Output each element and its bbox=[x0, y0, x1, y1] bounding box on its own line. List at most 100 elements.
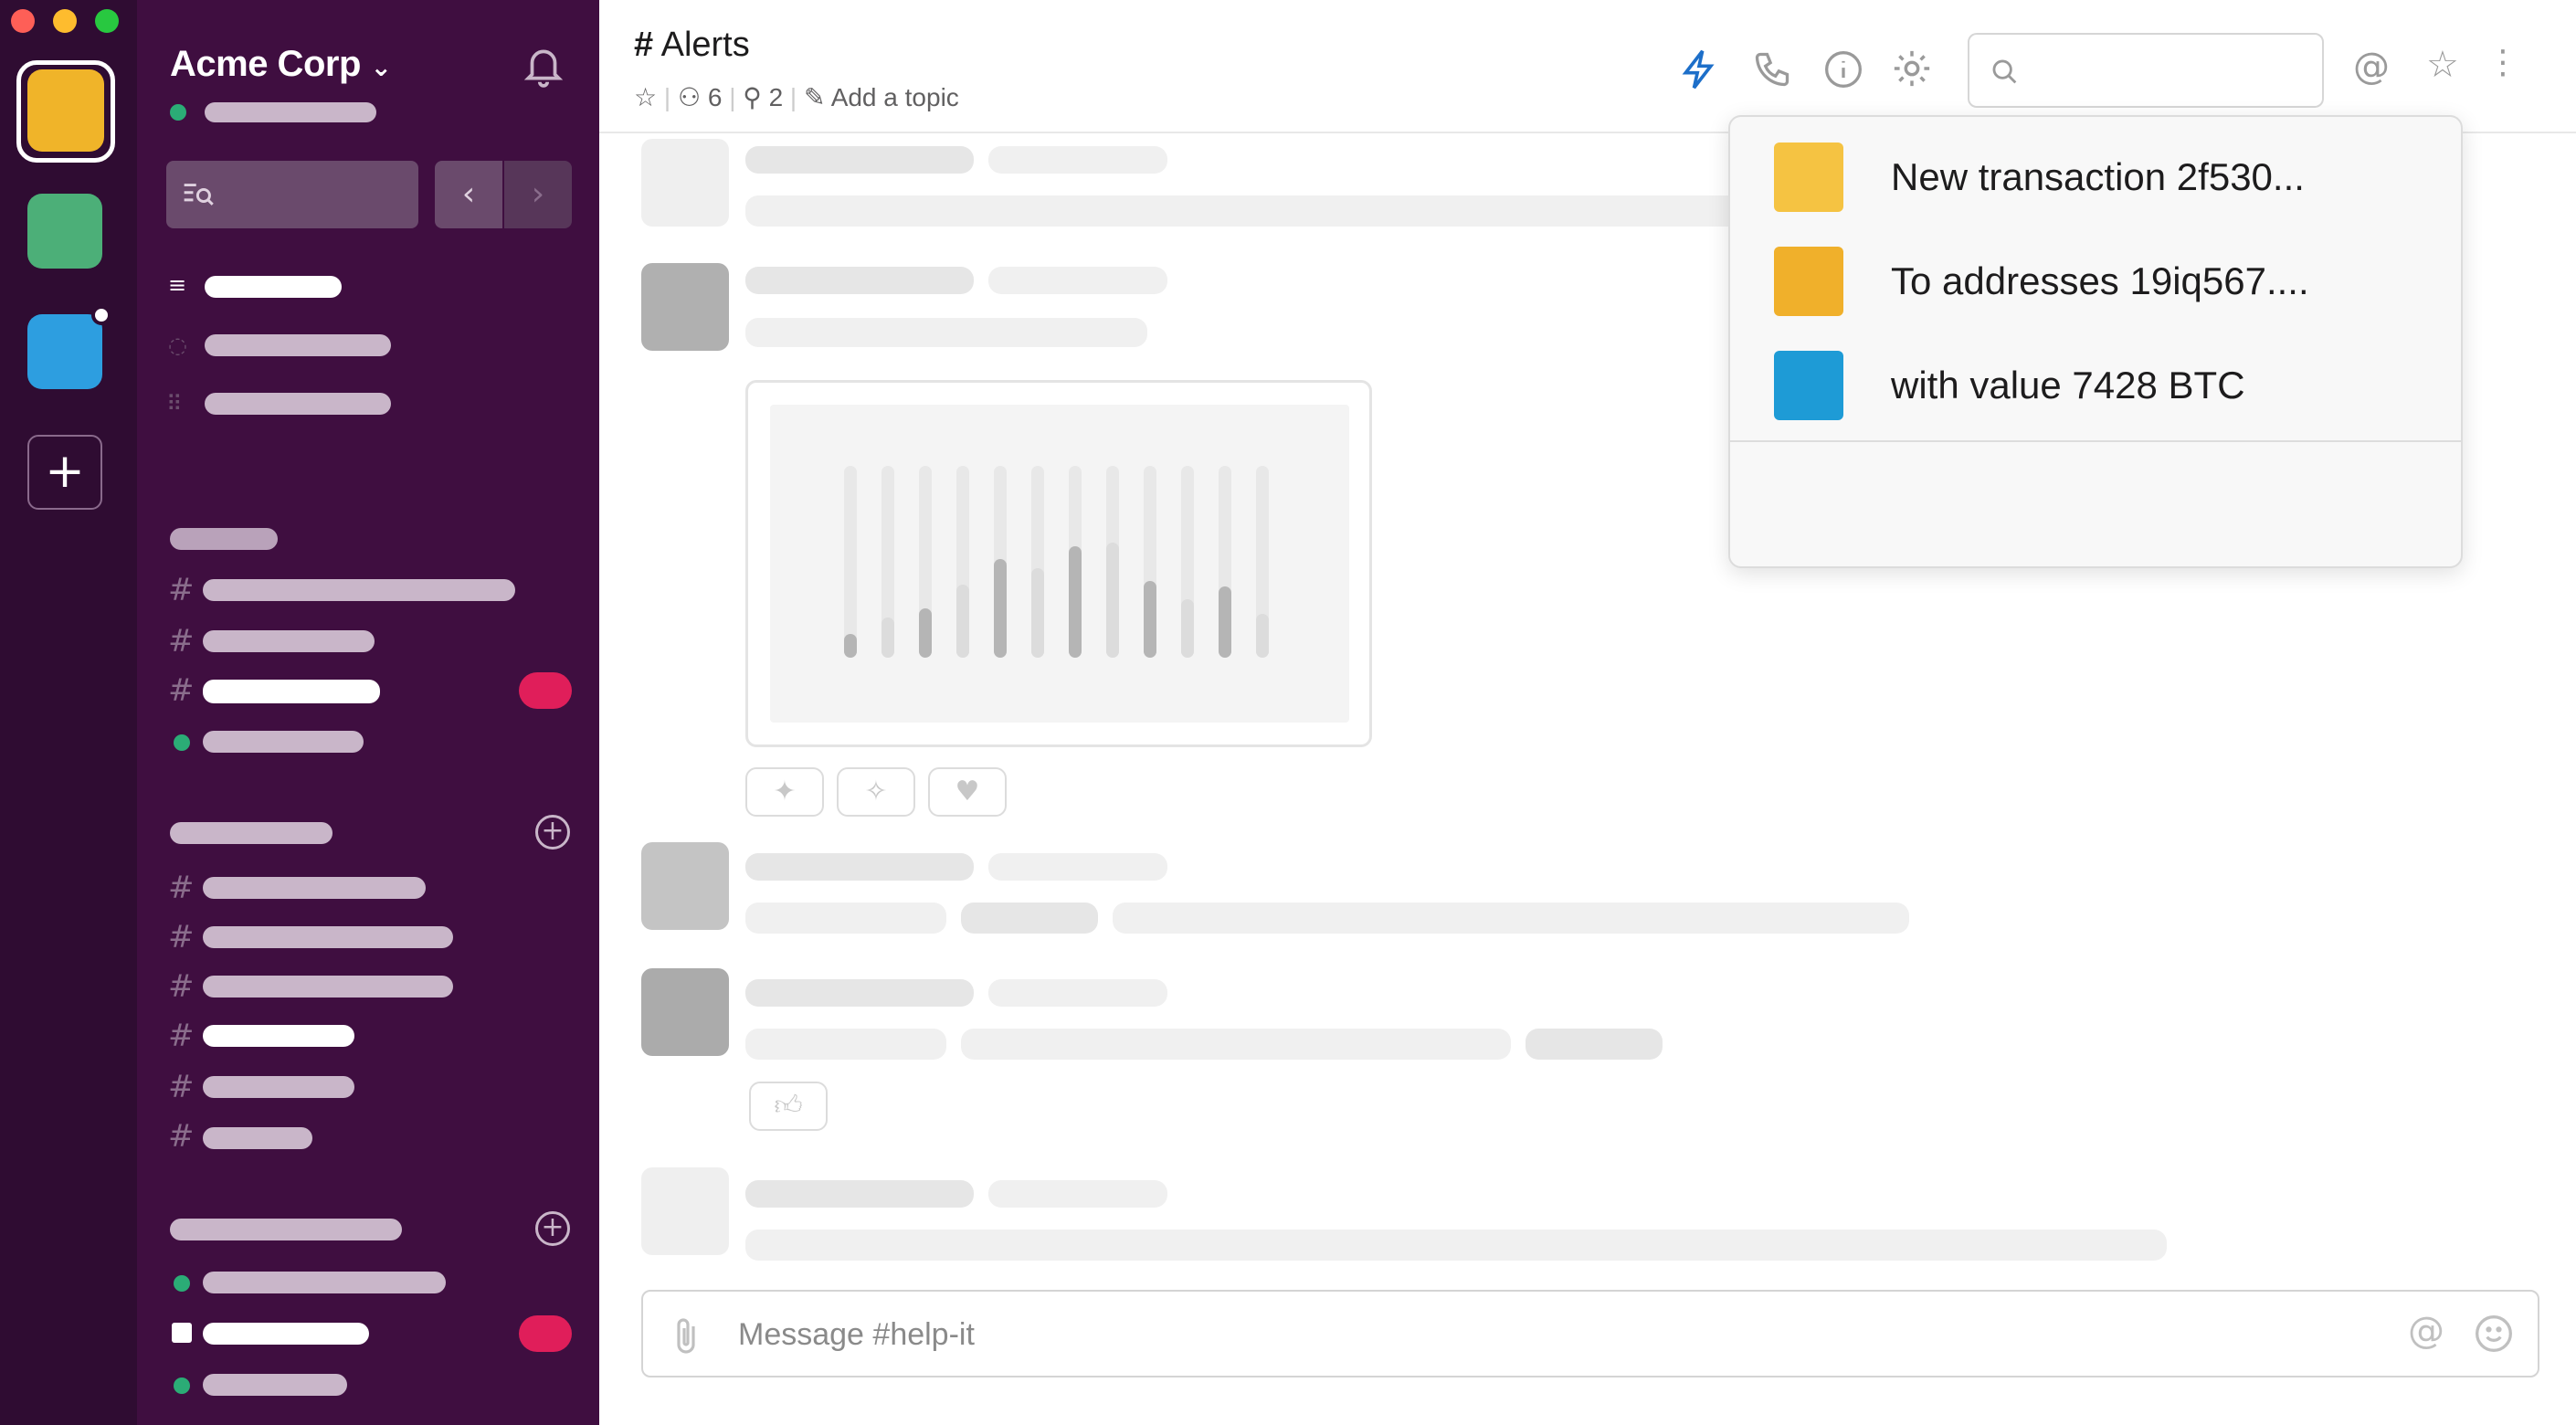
sidebar-dm[interactable] bbox=[203, 1272, 446, 1293]
attachment-preview[interactable] bbox=[745, 380, 1372, 747]
sidebar-channel[interactable] bbox=[203, 877, 426, 899]
channel-hash-icon: # bbox=[168, 572, 195, 608]
search-input[interactable] bbox=[1968, 33, 2324, 108]
message-body bbox=[961, 1029, 1511, 1060]
message-time bbox=[988, 1180, 1167, 1208]
back-button[interactable]: ‹ bbox=[435, 161, 502, 228]
online-dot bbox=[174, 1378, 190, 1394]
maximize-window-button[interactable] bbox=[95, 9, 119, 33]
gear-icon[interactable] bbox=[1891, 48, 1933, 94]
sidebar-channel[interactable] bbox=[203, 1076, 354, 1098]
channel-hash-icon: # bbox=[168, 1118, 195, 1155]
mentions-icon[interactable]: @ bbox=[2353, 46, 2390, 88]
reaction-party[interactable]: ✦ bbox=[745, 767, 824, 817]
sidebar-item-apps[interactable] bbox=[205, 393, 391, 415]
sidebar-channel-unread[interactable] bbox=[203, 680, 380, 703]
message-time bbox=[988, 146, 1167, 174]
online-dot bbox=[174, 734, 190, 751]
avatar[interactable] bbox=[641, 139, 729, 227]
sidebar-dm[interactable] bbox=[203, 1374, 347, 1396]
pencil-icon: ✎ bbox=[803, 82, 826, 112]
message-input[interactable]: Message #help-it bbox=[738, 1317, 975, 1353]
message-author bbox=[745, 1180, 974, 1208]
popover-item-transaction[interactable]: New transaction 2f530... bbox=[1774, 142, 2305, 212]
reaction-heart[interactable]: ♥ bbox=[928, 767, 1007, 817]
bell-icon[interactable] bbox=[521, 42, 566, 92]
divider bbox=[1730, 440, 2461, 442]
yellow-swatch-icon bbox=[1774, 142, 1843, 212]
unread-badge bbox=[519, 672, 572, 709]
message-body bbox=[745, 1029, 946, 1060]
emoji-icon[interactable] bbox=[2474, 1314, 2514, 1358]
message-author bbox=[745, 267, 974, 294]
threads-icon: ≡ bbox=[168, 272, 187, 298]
user-status-placeholder bbox=[205, 102, 376, 122]
workspace-2[interactable] bbox=[27, 194, 102, 269]
channel-hash-icon: # bbox=[168, 1018, 195, 1054]
sidebar-channel[interactable] bbox=[203, 1025, 354, 1047]
workspace-name[interactable]: Acme Corp ⌄ bbox=[170, 44, 392, 85]
sidebar-search[interactable] bbox=[166, 161, 418, 228]
channel-header: # Alerts ☆ | ⚇ 6 | ⚲ 2 | ✎ Add a topic @… bbox=[599, 0, 2576, 133]
workspace-rail: + bbox=[0, 0, 137, 1425]
channel-hash-icon: # bbox=[168, 919, 195, 955]
phone-icon[interactable] bbox=[1752, 49, 1792, 94]
status-dot bbox=[170, 104, 186, 121]
reaction-thumbs-up[interactable]: 👍︎ bbox=[749, 1082, 828, 1131]
star-icon[interactable]: ☆ bbox=[634, 82, 657, 112]
sidebar-channel[interactable] bbox=[203, 1127, 312, 1149]
more-icon[interactable]: ⋮ bbox=[2486, 44, 2519, 81]
sidebar-item-dms[interactable] bbox=[205, 334, 391, 356]
pins-button[interactable]: ⚲ 2 bbox=[743, 82, 783, 112]
sidebar-channel[interactable] bbox=[203, 579, 515, 601]
channel-title[interactable]: # Alerts bbox=[634, 26, 750, 65]
app-icon bbox=[172, 1323, 192, 1343]
chart-placeholder-icon bbox=[844, 466, 1269, 658]
section-header[interactable] bbox=[170, 528, 278, 550]
mention-icon[interactable]: @ bbox=[2408, 1310, 2444, 1352]
apps-icon: ⠿ bbox=[166, 391, 183, 417]
add-topic-link[interactable]: ✎ Add a topic bbox=[803, 82, 959, 112]
avatar[interactable] bbox=[641, 968, 729, 1056]
sidebar-dm[interactable] bbox=[203, 1323, 369, 1345]
avatar[interactable] bbox=[641, 263, 729, 351]
workspace-3[interactable] bbox=[27, 314, 102, 389]
search-icon bbox=[1992, 59, 2017, 84]
add-dm-button[interactable]: + bbox=[535, 1211, 570, 1246]
popover-item-value[interactable]: with value 7428 BTC bbox=[1774, 351, 2245, 420]
channel-hash-icon: # bbox=[168, 623, 195, 660]
dms-icon: ◌ bbox=[168, 332, 187, 358]
heart-icon: ♥ bbox=[955, 776, 980, 808]
message-author bbox=[745, 979, 974, 1007]
info-icon[interactable] bbox=[1823, 49, 1863, 94]
popover-item-addresses[interactable]: To addresses 19iq567.... bbox=[1774, 247, 2309, 316]
sidebar-dm[interactable] bbox=[203, 731, 364, 753]
sidebar-channel[interactable] bbox=[203, 976, 453, 998]
orange-swatch-icon bbox=[1774, 247, 1843, 316]
members-button[interactable]: ⚇ 6 bbox=[677, 82, 722, 112]
message-composer[interactable]: Message #help-it @ bbox=[641, 1290, 2539, 1378]
sidebar: Acme Corp ⌄ ‹ › ≡ ◌ ⠿ # # # + # # # # # … bbox=[137, 0, 599, 1425]
message-time bbox=[988, 267, 1167, 294]
image-placeholder bbox=[770, 405, 1349, 723]
minimize-window-button[interactable] bbox=[53, 9, 77, 33]
reaction-sparkles[interactable]: ✧ bbox=[837, 767, 915, 817]
message-author bbox=[745, 146, 974, 174]
sparkles-icon: ✧ bbox=[864, 776, 888, 808]
lightning-icon[interactable] bbox=[1679, 48, 1719, 96]
sidebar-item-threads[interactable] bbox=[205, 276, 342, 298]
add-workspace-button[interactable]: + bbox=[27, 435, 102, 510]
section-header[interactable] bbox=[170, 822, 333, 844]
workspace-acme[interactable] bbox=[27, 69, 104, 152]
sidebar-channel[interactable] bbox=[203, 630, 375, 652]
add-channel-button[interactable]: + bbox=[535, 815, 570, 850]
starred-icon[interactable]: ☆ bbox=[2426, 44, 2459, 86]
avatar[interactable] bbox=[641, 842, 729, 930]
sidebar-channel[interactable] bbox=[203, 926, 453, 948]
forward-button[interactable]: › bbox=[504, 161, 572, 228]
unread-dot bbox=[91, 305, 111, 325]
section-header[interactable] bbox=[170, 1219, 402, 1240]
close-window-button[interactable] bbox=[11, 9, 35, 33]
avatar[interactable] bbox=[641, 1167, 729, 1255]
person-icon: ⚇ bbox=[677, 82, 702, 112]
